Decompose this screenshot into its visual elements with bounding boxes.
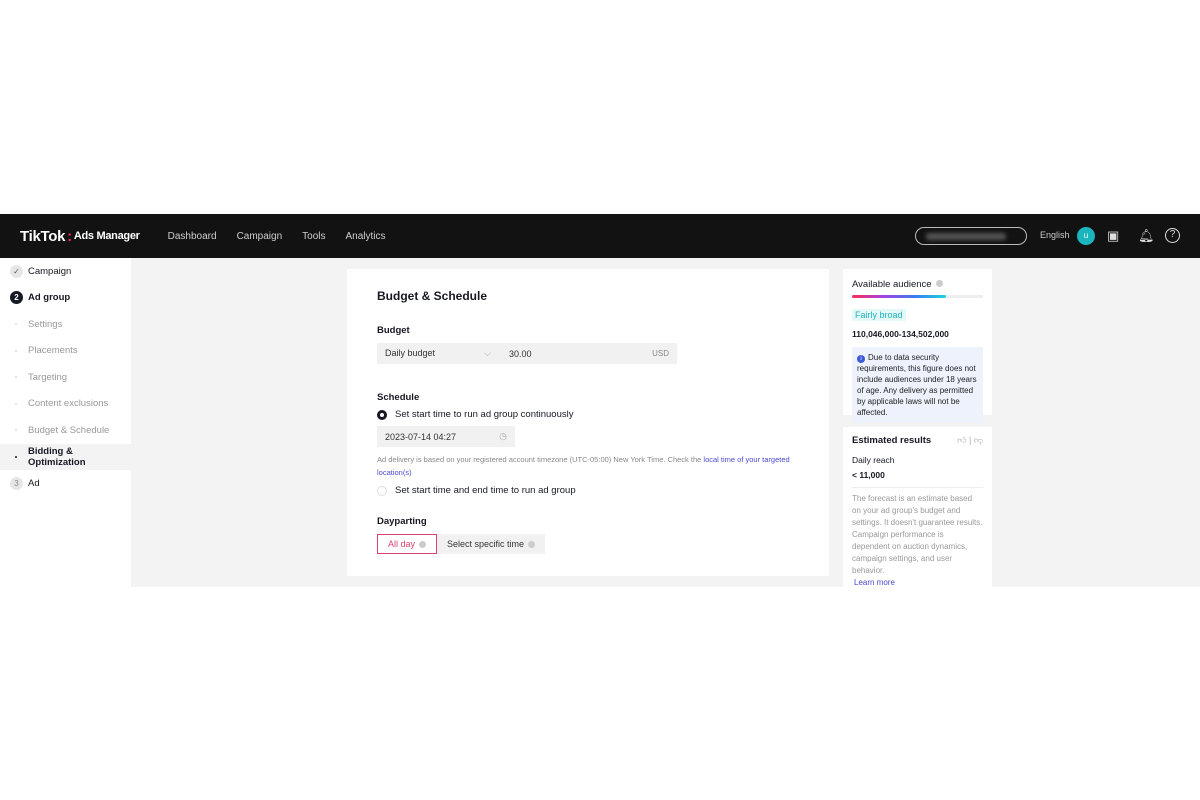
sidebar-item-ad-group[interactable]: 2 Ad group [0, 285, 131, 312]
info-icon: i [857, 355, 865, 363]
logo-sub: Ads Manager [73, 230, 140, 242]
sidebar-item-targeting[interactable]: Targeting [0, 364, 131, 391]
top-nav: TikTok: Ads Manager Dashboard Campaign To… [0, 214, 1200, 258]
estimated-results-panel: Estimated results 👍︎ | 👎︎ Daily reach < 1… [843, 427, 992, 595]
currency-label: USD [652, 349, 669, 358]
radio-label: Set start time and end time to run ad gr… [395, 485, 576, 496]
sidebar-item-label: Ad [28, 477, 40, 489]
audience-title: Available audience [852, 279, 983, 290]
info-icon [935, 280, 943, 287]
budget-input-group: Daily budget ⌵ 30.00 USD [377, 343, 677, 364]
nav-campaign[interactable]: Campaign [237, 231, 283, 242]
check-icon: ✓ [10, 264, 23, 278]
step-badge: 3 [10, 476, 23, 490]
schedule-start-end-radio[interactable]: Set start time and end time to run ad gr… [377, 485, 799, 496]
metric-label: Daily reach [852, 455, 895, 465]
help-icon[interactable]: ? [1165, 228, 1180, 243]
sidebar-item-label: Budget & Schedule [28, 424, 110, 436]
metric-value: < 11,000 [852, 470, 885, 480]
sidebar-item-placements[interactable]: Placements [0, 338, 131, 365]
audience-meter [852, 295, 983, 298]
budget-amount-input[interactable]: 30.00 [499, 349, 652, 359]
schedule-label: Schedule [377, 392, 420, 403]
step-badge: 2 [10, 291, 23, 305]
radio-unselected-icon [377, 485, 387, 496]
thumbs-down-icon[interactable]: 👎︎ [974, 435, 983, 445]
learn-more-link[interactable]: Learn more [854, 578, 895, 587]
forecast-disclaimer: The forecast is an estimate based on you… [852, 487, 983, 589]
nav-analytics[interactable]: Analytics [346, 231, 386, 242]
audience-level-badge: Fairly broad [852, 309, 906, 321]
budget-schedule-card: Budget & Schedule Budget Daily budget ⌵ 3… [347, 269, 829, 576]
sidebar-item-ad[interactable]: 3 Ad [0, 470, 131, 497]
clock-icon: ◷ [499, 431, 507, 441]
briefcase-icon[interactable]: ▣ [1107, 228, 1119, 244]
audience-range: 110,046,000-134,502,000 [852, 329, 949, 339]
start-time-value: 2023-07-14 04:27 [385, 431, 457, 442]
budget-type-value: Daily budget [385, 348, 436, 358]
sidebar-item-label: Placements [28, 345, 78, 357]
budget-type-select[interactable]: Daily budget ⌵ [377, 348, 499, 359]
sidebar-item-settings[interactable]: Settings [0, 311, 131, 338]
sidebar-item-budget-schedule[interactable]: Budget & Schedule [0, 417, 131, 444]
account-selector[interactable] [915, 227, 1027, 245]
sidebar-item-label: Targeting [28, 371, 68, 383]
dayparting-label: Dayparting [377, 516, 427, 527]
sidebar-item-campaign[interactable]: ✓ Campaign [0, 258, 131, 285]
sidebar: ✓ Campaign 2 Ad group Settings Placements … [0, 258, 131, 587]
sidebar-item-bidding-optimization[interactable]: Bidding & Optimization [0, 443, 131, 470]
note-text: Ad delivery is based on your registered … [377, 455, 704, 464]
nav-tools[interactable]: Tools [302, 231, 325, 242]
dayparting-toggle: All day Select specific time [377, 534, 799, 554]
available-audience-panel: Available audience Fairly broad 110,046,… [843, 269, 992, 423]
radio-selected-icon [377, 409, 387, 420]
logo-text: TikTok [20, 227, 66, 245]
radio-label: Set start time to run ad group continuou… [395, 409, 574, 420]
timezone-note: Ad delivery is based on your registered … [377, 453, 799, 479]
logo[interactable]: TikTok: Ads Manager [20, 228, 140, 245]
avatar[interactable]: u [1077, 227, 1095, 245]
sidebar-item-content-exclusions[interactable]: Content exclusions [0, 391, 131, 418]
info-icon [528, 540, 536, 548]
budget-label: Budget [377, 325, 410, 336]
sidebar-item-label: Bidding & Optimization [28, 445, 86, 468]
sidebar-item-label: Ad group [28, 292, 71, 304]
info-icon [419, 540, 427, 548]
sidebar-item-label: Campaign [28, 265, 72, 277]
nav-dashboard[interactable]: Dashboard [168, 231, 217, 242]
audience-info-box: i Due to data security requirements, this… [852, 347, 983, 423]
bell-icon[interactable]: 🔔︎ [1138, 228, 1155, 244]
schedule-continuous-radio[interactable]: Set start time to run ad group continuou… [377, 409, 799, 420]
start-time-input[interactable]: 2023-07-14 04:27 ◷ [377, 426, 515, 447]
all-day-option[interactable]: All day [377, 534, 438, 554]
ads-manager-app: TikTok: Ads Manager Dashboard Campaign To… [0, 214, 1200, 595]
thumbs-up-icon[interactable]: 👍︎ [957, 435, 966, 445]
section-title: Budget & Schedule [377, 289, 488, 303]
estimate-title: Estimated results [852, 435, 932, 446]
sidebar-item-label: Content exclusions [28, 398, 109, 410]
sidebar-item-label: Settings [28, 318, 63, 330]
select-specific-time-option[interactable]: Select specific time [437, 534, 546, 554]
chevron-down-icon: ⌵ [484, 348, 491, 358]
language-selector[interactable]: English [1040, 230, 1070, 240]
